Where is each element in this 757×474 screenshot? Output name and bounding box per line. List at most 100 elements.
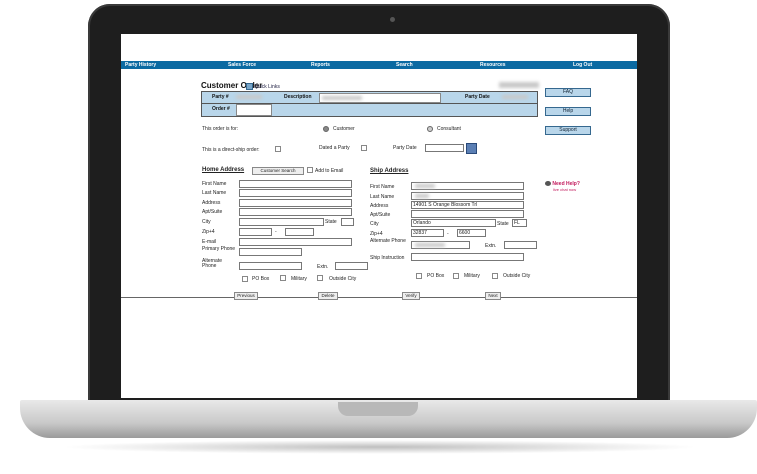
ship-zip-input[interactable]: 32837	[411, 229, 444, 237]
ship-outside-city-checkbox[interactable]	[492, 273, 498, 279]
nav-log-out[interactable]: Log Out	[573, 61, 592, 69]
home-email-input[interactable]	[239, 238, 352, 246]
blurred-user-name	[499, 82, 539, 88]
ship-last-name-input[interactable]	[411, 192, 524, 200]
ship-zip-label: Zip+4	[370, 231, 383, 237]
ship-state-label: State	[497, 221, 509, 227]
screen: Party History Sales Force Reports Search…	[121, 34, 637, 398]
ship-military-checkbox[interactable]	[453, 273, 459, 279]
help-button[interactable]: Help	[545, 107, 591, 116]
description-field[interactable]	[319, 93, 441, 103]
ship-address-label: Address	[370, 203, 389, 209]
ship-zip4-input[interactable]: 6600	[457, 229, 486, 237]
ship-address-heading: Ship Address	[370, 168, 409, 174]
consultant-radio[interactable]	[427, 126, 433, 132]
nav-resources[interactable]: Resources	[480, 61, 506, 69]
home-state-input[interactable]	[341, 218, 354, 226]
home-state-label: State	[325, 219, 337, 225]
ship-zip-dash: -	[447, 231, 449, 237]
home-po-box-checkbox[interactable]	[242, 276, 248, 282]
ship-extn-input[interactable]	[504, 241, 537, 249]
order-label: Order #	[212, 106, 230, 112]
home-apt-input[interactable]	[239, 208, 352, 216]
previous-button[interactable]: Previous	[234, 292, 258, 300]
need-help-chat[interactable]: Need Help? live chat now	[545, 181, 580, 193]
home-primary-phone-input[interactable]	[239, 248, 302, 256]
home-zip-dash: -	[275, 229, 277, 235]
nav-party-history[interactable]: Party History	[125, 61, 156, 69]
party-date-value	[502, 95, 528, 99]
add-to-email-label: Add to Email	[315, 168, 344, 174]
direct-ship-checkbox[interactable]	[275, 146, 281, 152]
support-button[interactable]: Support	[545, 126, 591, 135]
nav-sales-force[interactable]: Sales Force	[228, 61, 256, 69]
need-help-sub: live chat now	[553, 187, 577, 192]
ship-alt-phone-input[interactable]	[411, 241, 470, 249]
home-first-name-input[interactable]	[239, 180, 352, 188]
add-to-email-checkbox[interactable]	[307, 167, 313, 173]
quick-links-label: Quick Links	[254, 83, 280, 90]
home-outside-city-label: Outside City	[329, 276, 357, 282]
home-last-name-input[interactable]	[239, 189, 352, 197]
home-alt-phone-label: Alternate Phone	[202, 258, 223, 269]
dated-party-label: Dated a Party	[319, 145, 350, 151]
home-address-input[interactable]	[239, 199, 352, 207]
next-button[interactable]: Next	[485, 292, 501, 300]
ship-po-box-label: PO Box	[427, 273, 445, 279]
ship-instruction-input[interactable]	[411, 253, 524, 261]
nav-reports[interactable]: Reports	[311, 61, 330, 69]
laptop-notch	[338, 402, 418, 416]
party-label: Party #	[212, 94, 229, 100]
home-address-label: Address	[202, 200, 221, 206]
delete-button[interactable]: Delete	[318, 292, 338, 300]
home-extn-input[interactable]	[335, 262, 368, 270]
camera	[390, 17, 395, 22]
home-city-label: City	[202, 219, 211, 225]
home-city-input[interactable]	[239, 218, 324, 226]
calendar-icon[interactable]	[466, 143, 477, 154]
home-outside-city-checkbox[interactable]	[317, 275, 323, 281]
ship-address-input[interactable]: 14901 S Orange Blossom Trl	[411, 201, 524, 209]
faq-button[interactable]: FAQ	[545, 88, 591, 97]
ship-extn-label: Extn.	[485, 243, 497, 249]
home-military-checkbox[interactable]	[280, 275, 286, 281]
home-last-name-label: Last Name	[202, 190, 227, 196]
ship-city-label: City	[370, 221, 379, 227]
quick-links[interactable]: Quick Links	[246, 83, 280, 90]
description-label: Description	[284, 94, 312, 100]
home-extn-label: Extn.	[317, 264, 329, 270]
party-date-input[interactable]	[425, 144, 464, 152]
quick-links-icon	[246, 83, 253, 90]
nav-bar: Party History Sales Force Reports Search…	[121, 61, 637, 69]
ship-last-name-label: Last Name	[370, 194, 395, 200]
home-primary-phone-label: Primary Phone	[202, 246, 236, 252]
ship-apt-input[interactable]	[411, 210, 524, 218]
ship-alt-phone-label: Alternate Phone	[370, 238, 406, 244]
home-military-label: Military	[291, 276, 307, 282]
ship-city-input[interactable]: Orlando	[411, 219, 496, 227]
ship-military-label: Military	[464, 273, 480, 279]
home-apt-label: Apt/Suite	[202, 209, 223, 215]
dated-party-checkbox[interactable]	[361, 145, 367, 151]
home-alt-phone-input[interactable]	[239, 262, 302, 270]
verify-button[interactable]: Verify	[402, 292, 420, 300]
order-number-field[interactable]	[236, 104, 272, 116]
order-header-table: Party # Description Party Date Order #	[201, 91, 538, 117]
home-po-box-label: PO Box	[252, 276, 270, 282]
ship-first-name-input[interactable]	[411, 182, 524, 190]
home-zip-label: Zip+4	[202, 229, 215, 235]
consultant-radio-label: Consultant	[437, 126, 461, 132]
home-zip4-input[interactable]	[285, 228, 314, 236]
order-for-label: This order is for:	[202, 126, 239, 132]
home-zip-input[interactable]	[239, 228, 272, 236]
ship-first-name-label: First Name	[370, 184, 395, 190]
chat-icon	[545, 181, 551, 187]
ship-apt-label: Apt/Suite	[370, 212, 391, 218]
laptop-shadow	[60, 440, 700, 454]
home-address-heading: Home Address	[202, 167, 245, 173]
ship-po-box-checkbox[interactable]	[416, 273, 422, 279]
customer-search-button[interactable]: Customer Search	[252, 167, 304, 175]
ship-state-input[interactable]: FL	[512, 219, 527, 227]
customer-radio[interactable]	[323, 126, 329, 132]
nav-search[interactable]: Search	[396, 61, 413, 69]
